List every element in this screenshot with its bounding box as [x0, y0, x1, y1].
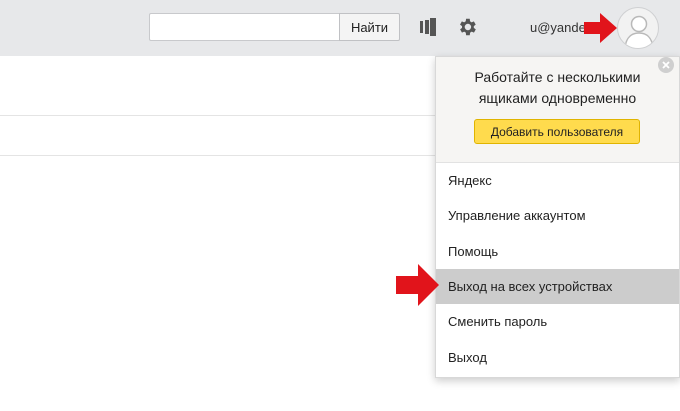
menu-item-yandex[interactable]: Яндекс	[436, 163, 679, 198]
account-dropdown: Работайте с несколькими ящиками одноврем…	[435, 56, 680, 378]
annotation-arrow-icon	[396, 264, 439, 306]
menu-item-logout-all-devices[interactable]: Выход на всех устройствах	[436, 268, 679, 305]
search-button[interactable]: Найти	[339, 13, 400, 41]
top-header: Найти u@yande	[0, 0, 680, 56]
menu-item-logout[interactable]: Выход	[436, 339, 679, 374]
annotation-arrow-icon	[584, 13, 617, 43]
gear-icon[interactable]	[456, 16, 478, 38]
search-input[interactable]	[149, 13, 339, 41]
menu-item-help[interactable]: Помощь	[436, 234, 679, 269]
mail-page: Найти u@yande Работайте с несколькими ящ…	[0, 0, 680, 411]
add-user-button[interactable]: Добавить пользователя	[474, 119, 640, 144]
menu-item-change-password[interactable]: Сменить пароль	[436, 304, 679, 339]
user-avatar-icon[interactable]	[617, 7, 659, 49]
subscriptions-icon[interactable]	[417, 16, 439, 38]
menu-item-account-management[interactable]: Управление аккаунтом	[436, 198, 679, 233]
multi-account-promo: Работайте с несколькими ящиками одноврем…	[436, 57, 679, 163]
promo-title: Работайте с несколькими ящиками одноврем…	[474, 69, 641, 106]
content-divider	[0, 155, 436, 156]
content-divider	[0, 115, 436, 116]
username[interactable]: u@yande	[530, 20, 586, 35]
account-menu: Яндекс Управление аккаунтом Помощь Выход…	[436, 163, 679, 375]
